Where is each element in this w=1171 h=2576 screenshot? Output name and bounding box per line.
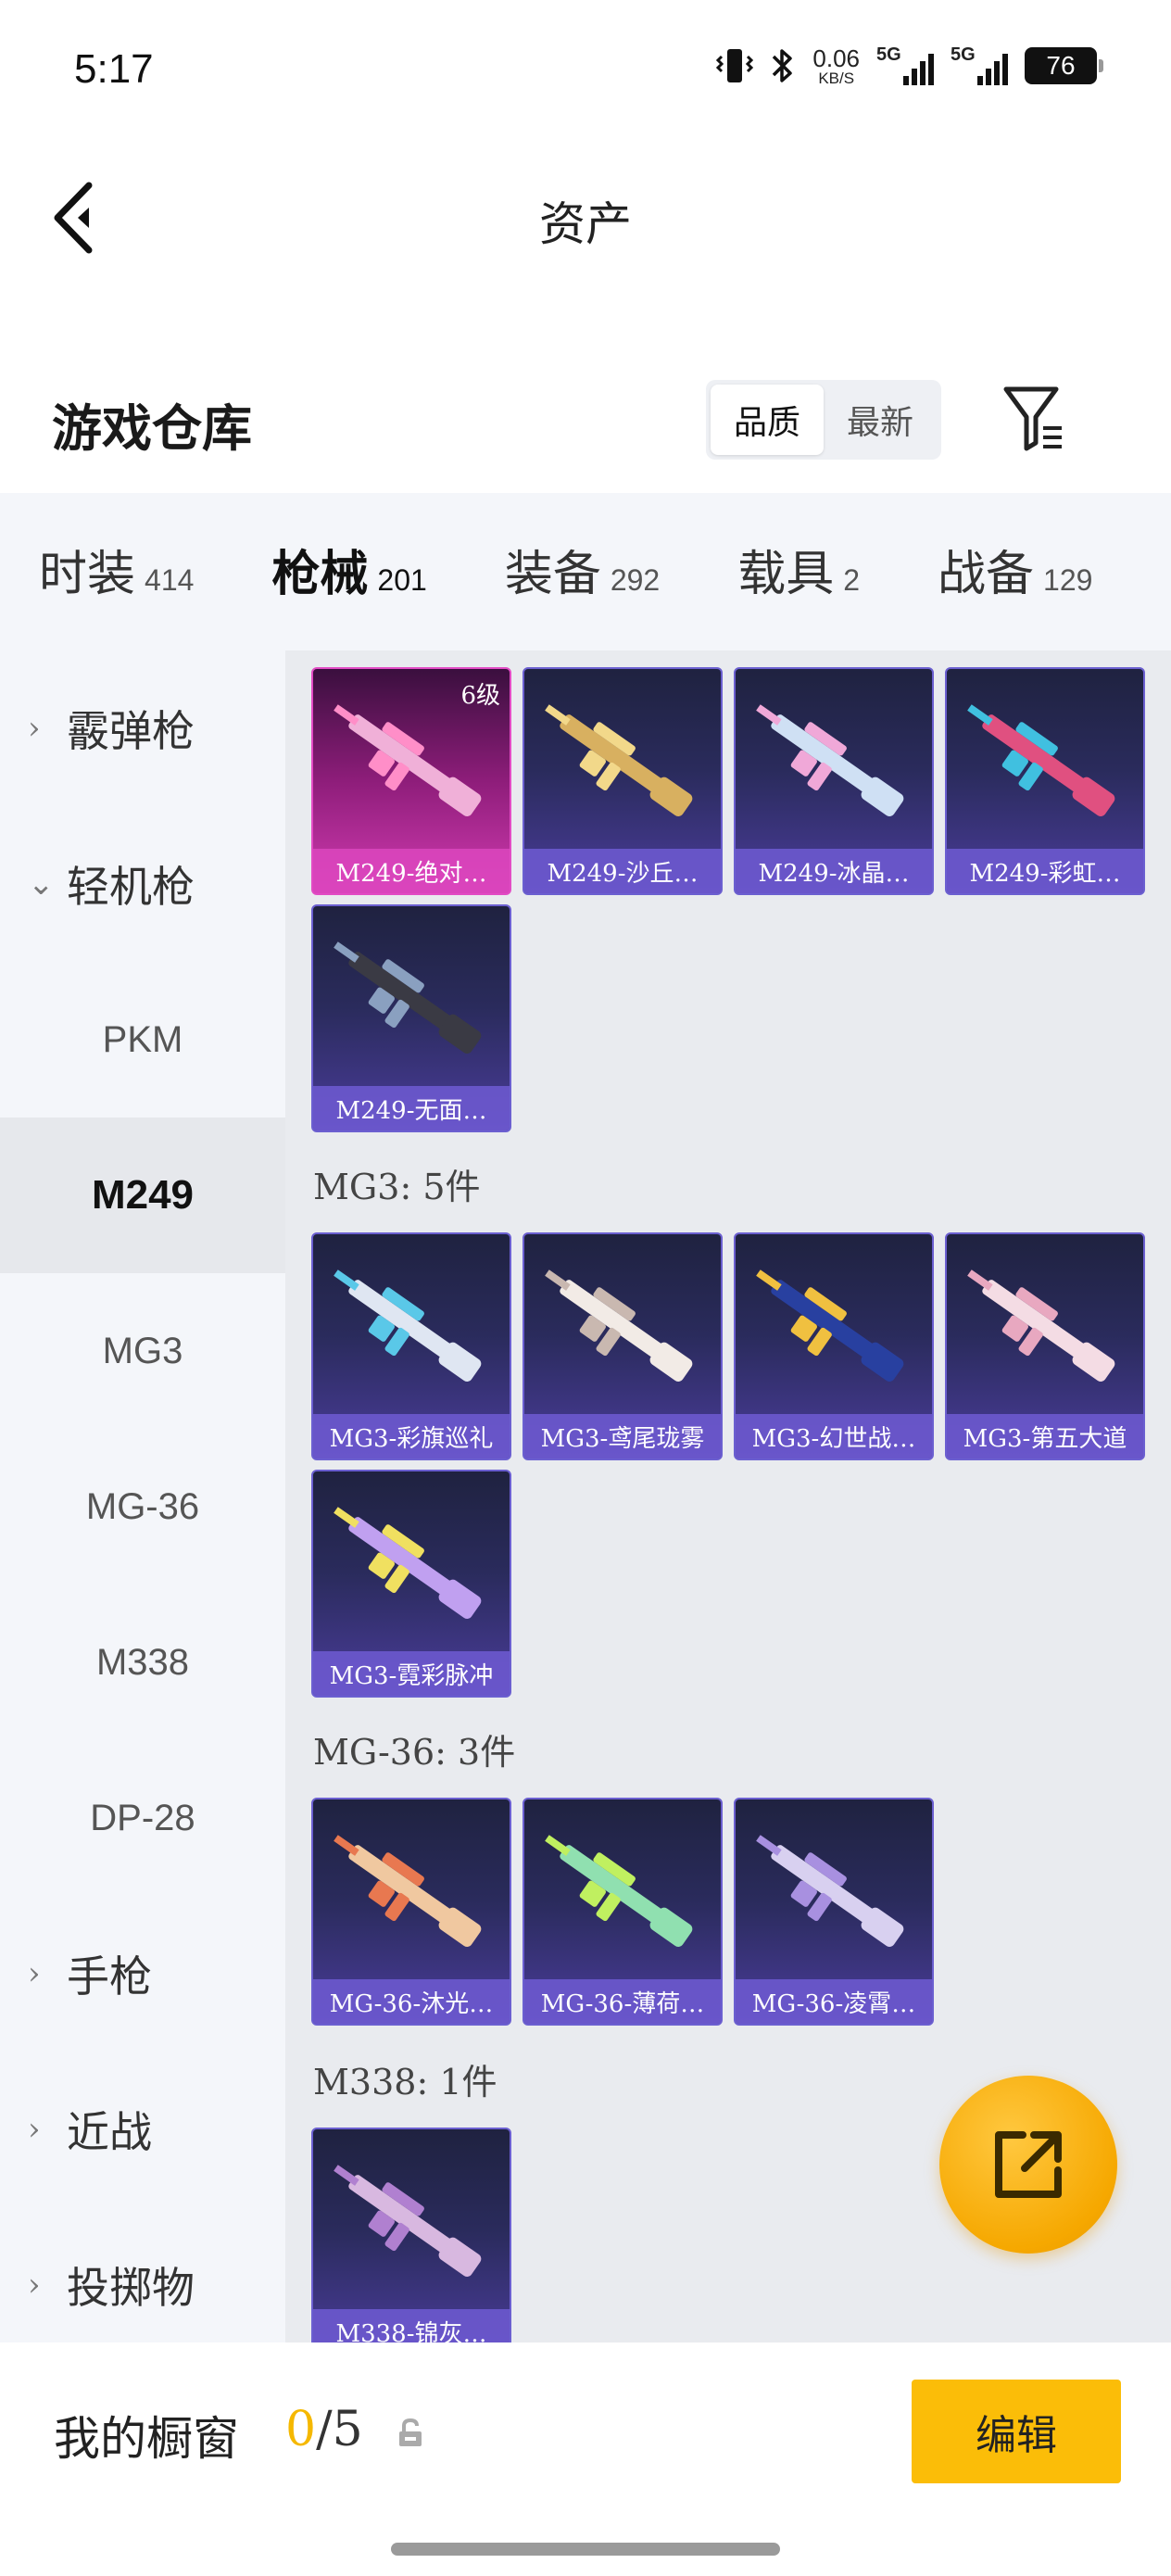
filter-icon[interactable] (1001, 382, 1067, 456)
skin-name: MG-36-薄荷… (524, 1979, 721, 2024)
rifle-skin-icon (334, 1835, 482, 1947)
signal-5g-icon-2: 5G (951, 44, 1008, 87)
showcase-title: 我的橱窗 (54, 2412, 239, 2466)
sidebar-item-m249[interactable]: M249 (0, 1118, 285, 1273)
tab-supplies[interactable]: 战备 129 (938, 535, 1092, 609)
edit-button[interactable]: 编辑 (912, 2380, 1121, 2483)
sidebar-item-melee[interactable]: › 近战 (0, 2052, 285, 2207)
machine-gun-skin-icon (756, 1269, 904, 1382)
showcase-bar: 我的橱窗 0/5 编辑 (0, 2342, 1171, 2576)
machine-gun-skin-icon (545, 1269, 693, 1382)
skin-name: M249-冰晶… (736, 849, 932, 893)
tab-vehicles[interactable]: 载具 2 (737, 535, 860, 609)
sidebar-item-pistol[interactable]: › 手枪 (0, 1896, 285, 2052)
skin-name: MG3-幻世战… (736, 1414, 932, 1458)
network-speed: 0.06 KB/S (812, 44, 860, 87)
nav-bar: 资产 (0, 139, 1171, 297)
skin-name: MG-36-凌霄… (736, 1979, 932, 2024)
sidebar-item-mg3[interactable]: MG3 (0, 1273, 285, 1429)
skin-card[interactable]: MG-36-薄荷… (523, 1798, 723, 2026)
tab-fashion[interactable]: 时装 414 (39, 535, 194, 609)
skin-card[interactable]: M249-冰晶… (734, 667, 934, 895)
chevron-right-icon: › (28, 710, 41, 747)
page-title: 资产 (539, 197, 632, 251)
machine-gun-skin-icon (334, 1507, 482, 1619)
m249-grid: 6级 M249-绝对… M249-沙丘… M249-冰晶… M249-彩虹… M… (311, 667, 1154, 1132)
skin-card[interactable]: MG3-幻世战… (734, 1232, 934, 1460)
chevron-right-icon: › (28, 2111, 41, 2148)
level-badge: 6级 (460, 682, 500, 710)
skin-name: M338-锦灰… (313, 2309, 510, 2342)
warehouse-title: 游戏仓库 (52, 398, 252, 458)
sidebar-item-shotgun[interactable]: › 霰弹枪 (0, 650, 285, 806)
sort-latest-button[interactable]: 最新 (824, 385, 937, 455)
machine-gun-skin-icon (334, 1269, 482, 1382)
lock-icon (399, 2418, 422, 2446)
sidebar-item-throwables[interactable]: › 投掷物 (0, 2207, 285, 2363)
battery-icon: 76 (1025, 47, 1103, 84)
rifle-skin-icon (756, 704, 904, 816)
skin-card[interactable]: MG3-霓彩脉冲 (311, 1470, 511, 1698)
home-indicator[interactable] (391, 2543, 780, 2556)
vibrate-icon (716, 49, 754, 82)
category-tabs: 时装 414 枪械 201 装备 292 载具 2 战备 129 (0, 493, 1171, 663)
sort-quality-button[interactable]: 品质 (711, 385, 824, 455)
skin-card[interactable]: MG3-彩旗巡礼 (311, 1232, 511, 1460)
skin-name: M249-无面… (313, 1086, 510, 1130)
skin-name: M249-绝对… (313, 849, 510, 893)
rifle-skin-icon (545, 704, 693, 816)
rifle-skin-icon (545, 1835, 693, 1947)
status-icons: 0.06 KB/S 5G 5G 76 (716, 44, 1103, 87)
sidebar-item-pkm[interactable]: PKM (0, 962, 285, 1118)
section-header-mg3: MG3: 5件 (313, 1167, 481, 1207)
skin-name: MG-36-沐光… (313, 1979, 510, 2024)
mg3-grid: MG3-彩旗巡礼 MG3-鸢尾珑雾 MG3-幻世战… MG3-第五大道 MG3-… (311, 1232, 1154, 1698)
signal-5g-icon: 5G (876, 44, 934, 87)
chevron-down-icon: ⌄ (28, 865, 55, 903)
rifle-skin-icon (334, 2165, 482, 2277)
tab-equipment[interactable]: 装备 292 (505, 535, 660, 609)
clock: 5:17 (74, 46, 154, 92)
skin-card[interactable]: M249-彩虹… (945, 667, 1145, 895)
skin-card[interactable]: MG3-第五大道 (945, 1232, 1145, 1460)
skin-card[interactable]: MG-36-沐光… (311, 1798, 511, 2026)
skin-card[interactable]: M249-沙丘… (523, 667, 723, 895)
section-header-m338: M338: 1件 (313, 2062, 497, 2102)
sort-toggle: 品质 最新 (706, 380, 941, 460)
sidebar-item-dp28[interactable]: DP-28 (0, 1740, 285, 1896)
rifle-skin-icon (334, 941, 482, 1054)
sidebar-item-m338[interactable]: M338 (0, 1585, 285, 1740)
share-fab-button[interactable] (939, 2076, 1117, 2254)
skin-card[interactable]: M338-锦灰… (311, 2128, 511, 2342)
skin-name: MG3-鸢尾珑雾 (524, 1414, 721, 1458)
chevron-right-icon: › (28, 1955, 41, 1992)
showcase-count: 0/5 (285, 2402, 363, 2457)
section-header-mg36: MG-36: 3件 (313, 1732, 516, 1773)
weapon-type-sidebar: › 霰弹枪 ⌄ 轻机枪 PKM M249 MG3 MG-36 M338 DP-2… (0, 650, 285, 2342)
chevron-right-icon: › (28, 2267, 41, 2304)
skin-card[interactable]: 6级 M249-绝对… (311, 667, 511, 895)
rifle-skin-icon (756, 1835, 904, 1947)
rifle-skin-icon (967, 704, 1115, 816)
sidebar-item-mg36[interactable]: MG-36 (0, 1429, 285, 1585)
mg36-grid: MG-36-沐光… MG-36-薄荷… MG-36-凌霄… (311, 1798, 1154, 2026)
warehouse-header: 游戏仓库 品质 最新 (0, 343, 1171, 491)
skin-card[interactable]: MG-36-凌霄… (734, 1798, 934, 2026)
sidebar-item-lmg[interactable]: ⌄ 轻机枪 (0, 806, 285, 962)
skin-name: M249-沙丘… (524, 849, 721, 893)
skin-card[interactable]: M249-无面… (311, 904, 511, 1132)
skin-name: MG3-霓彩脉冲 (313, 1651, 510, 1696)
machine-gun-skin-icon (967, 1269, 1115, 1382)
share-out-icon (995, 2131, 1062, 2198)
skin-name: MG3-第五大道 (947, 1414, 1143, 1458)
status-bar: 5:17 0.06 KB/S 5G 5G 76 (0, 0, 1171, 139)
skin-name: MG3-彩旗巡礼 (313, 1414, 510, 1458)
skin-card[interactable]: MG3-鸢尾珑雾 (523, 1232, 723, 1460)
skin-name: M249-彩虹… (947, 849, 1143, 893)
tab-guns[interactable]: 枪械 201 (271, 535, 427, 663)
bluetooth-icon (773, 49, 793, 82)
